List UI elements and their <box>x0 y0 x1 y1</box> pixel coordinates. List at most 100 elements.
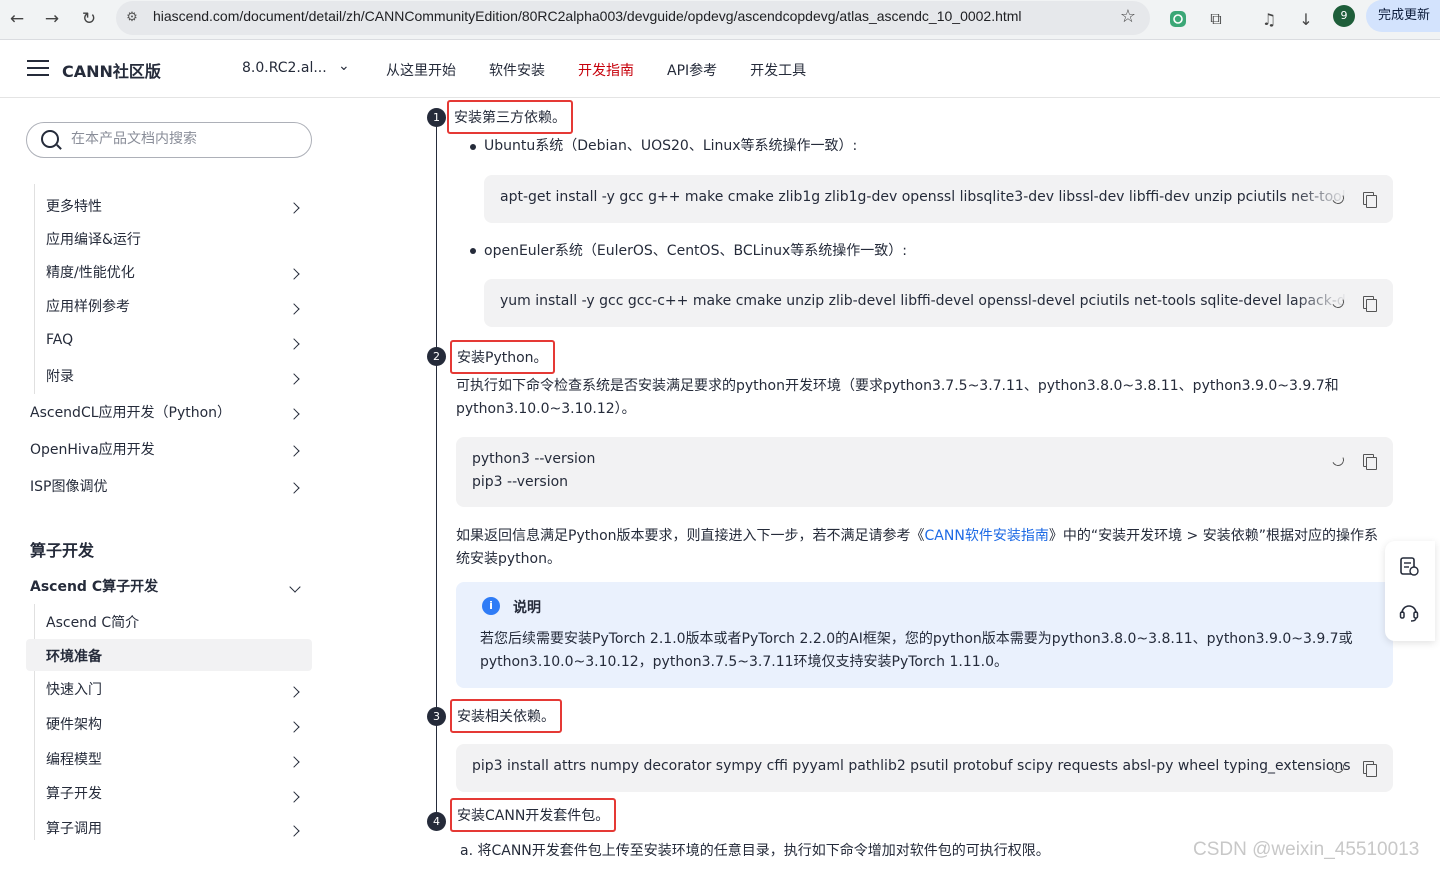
wrap-toggle-icon[interactable] <box>1330 191 1346 207</box>
wrap-toggle-icon[interactable] <box>1330 760 1346 776</box>
hamburger-menu-icon[interactable] <box>27 60 49 78</box>
watermark: CSDN @weixin_45510013 <box>1193 839 1420 860</box>
search-icon <box>41 130 59 148</box>
bullet <box>470 144 476 150</box>
tree-guide-line <box>34 184 35 394</box>
code-text: python3 --version <box>472 451 596 467</box>
sidebar-item-ascendc-intro[interactable]: Ascend C简介 <box>46 612 139 632</box>
sidebar-section-title: 算子开发 <box>30 541 95 560</box>
reload-icon[interactable]: ↻ <box>74 4 104 34</box>
sidebar-item-more-features[interactable]: 更多特性 <box>46 196 102 216</box>
note-text-line2: python3.10.0~3.10.12，python3.7.5~3.7.11环… <box>480 654 1008 670</box>
chevron-right-icon[interactable] <box>289 303 301 315</box>
code-block-openeuler: yum install -y gcc gcc-c++ make cmake un… <box>484 279 1393 327</box>
code-text: pip3 install attrs numpy decorator sympy… <box>472 758 1351 774</box>
chevron-right-icon[interactable] <box>289 825 301 837</box>
copy-icon[interactable] <box>1360 760 1377 777</box>
chevron-right-icon[interactable] <box>289 373 301 385</box>
forward-icon[interactable]: → <box>37 4 67 34</box>
customer-service-icon[interactable] <box>1398 601 1420 623</box>
ubuntu-label: Ubuntu系统（Debian、UOS20、Linux等系统操作一致）: <box>484 138 858 154</box>
browser-toolbar: ← → ↻ ⚙ hiascend.com/document/detail/zh/… <box>0 0 1440 40</box>
install-guide-link[interactable]: CANN软件安装指南 <box>925 528 1049 544</box>
text-segment: 如果返回信息满足Python版本要求，则直接进入下一步，若不满足请参考《 <box>456 528 925 544</box>
search-box[interactable] <box>26 122 312 158</box>
media-control-icon[interactable]: ♫ <box>1256 6 1282 32</box>
code-text: yum install -y gcc gcc-c++ make cmake un… <box>500 293 1393 309</box>
sidebar-item-appendix[interactable]: 附录 <box>46 366 74 386</box>
step-title: 安装CANN开发套件包。 <box>450 798 617 832</box>
site-header: CANN社区版 8.0.RC2.al... ⌄ 从这里开始 软件安装 开发指南 … <box>0 40 1440 98</box>
nav-start[interactable]: 从这里开始 <box>386 60 456 80</box>
profile-avatar[interactable]: 9 <box>1333 5 1355 27</box>
step-title: 安装相关依赖。 <box>450 699 562 733</box>
chevron-right-icon[interactable] <box>289 408 301 420</box>
copy-icon[interactable] <box>1360 295 1377 312</box>
back-icon[interactable]: ← <box>2 4 32 34</box>
sidebar-item-faq[interactable]: FAQ <box>46 332 73 348</box>
site-settings-icon[interactable]: ⚙ <box>124 10 140 26</box>
sidebar-item-programming-model[interactable]: 编程模型 <box>46 749 102 769</box>
sidebar-item-ascendc[interactable]: Ascend C算子开发 <box>30 576 158 596</box>
sidebar-item-app-compile[interactable]: 应用编译&运行 <box>46 229 141 249</box>
bookmark-star-icon[interactable]: ☆ <box>1120 6 1136 27</box>
python-after-text-line2: 统安装python。 <box>456 551 561 567</box>
info-icon: i <box>482 597 500 615</box>
step-number: 3 <box>427 707 446 726</box>
download-icon[interactable]: ↓ <box>1293 6 1319 32</box>
wrap-toggle-icon[interactable] <box>1330 295 1346 311</box>
sidebar-item-quickstart[interactable]: 快速入门 <box>46 679 102 699</box>
chevron-right-icon[interactable] <box>289 202 301 214</box>
extensions-puzzle-icon[interactable]: ⧉ <box>1203 6 1229 32</box>
update-button[interactable]: 完成更新 <box>1366 0 1440 32</box>
chevron-right-icon[interactable] <box>289 482 301 494</box>
chevron-right-icon[interactable] <box>289 791 301 803</box>
copy-icon[interactable] <box>1360 453 1377 470</box>
wrap-toggle-icon[interactable] <box>1330 453 1346 469</box>
nav-install[interactable]: 软件安装 <box>489 60 545 80</box>
step4-sub-a: a. 将CANN开发套件包上传至安装环境的任意目录，执行如下命令增加对软件包的可… <box>460 843 1050 859</box>
chevron-right-icon[interactable] <box>289 445 301 457</box>
chevron-down-icon[interactable]: ⌄ <box>338 58 350 74</box>
sidebar-item-openhiva[interactable]: OpenHiva应用开发 <box>30 439 155 459</box>
address-bar[interactable]: ⚙ hiascend.com/document/detail/zh/CANNCo… <box>116 1 1150 35</box>
chevron-right-icon[interactable] <box>289 338 301 350</box>
copy-icon[interactable] <box>1360 191 1377 208</box>
sidebar-item-precision[interactable]: 精度/性能优化 <box>46 262 135 282</box>
note-title: 说明 <box>513 600 541 616</box>
sidebar-item-hardware[interactable]: 硬件架构 <box>46 714 102 734</box>
openeuler-label: openEuler系统（EulerOS、CentOS、BCLinux等系统操作一… <box>484 243 908 259</box>
python-desc-line2: python3.10.0~3.10.12）。 <box>456 401 636 417</box>
chevron-right-icon[interactable] <box>289 268 301 280</box>
nav-devguide[interactable]: 开发指南 <box>578 60 634 80</box>
code-text: pip3 --version <box>472 474 569 490</box>
step-number: 2 <box>427 347 446 366</box>
code-block-ubuntu: apt-get install -y gcc g++ make cmake zl… <box>484 175 1393 223</box>
nav-api[interactable]: API参考 <box>667 60 717 80</box>
chevron-right-icon[interactable] <box>289 756 301 768</box>
sidebar-item-isp[interactable]: ISP图像调优 <box>30 476 107 496</box>
nav-tools[interactable]: 开发工具 <box>750 60 806 80</box>
note-text-line1: 若您后续需要安装PyTorch 2.1.0版本或者PyTorch 2.2.0的A… <box>480 631 1353 647</box>
bullet <box>470 248 476 254</box>
sidebar-item-env-prep[interactable]: 环境准备 <box>46 646 102 666</box>
step-title: 安装第三方依赖。 <box>447 100 573 134</box>
chevron-right-icon[interactable] <box>289 686 301 698</box>
sidebar-item-operator-dev[interactable]: 算子开发 <box>46 783 102 803</box>
step-title: 安装Python。 <box>450 340 555 374</box>
site-brand[interactable]: CANN社区版 <box>62 58 161 82</box>
feedback-icon[interactable] <box>1398 555 1420 577</box>
chevron-right-icon[interactable] <box>289 721 301 733</box>
code-block-python-version: python3 --version pip3 --version <box>456 437 1393 507</box>
extension-chat-icon[interactable] <box>1165 6 1191 32</box>
python-after-text: 如果返回信息满足Python版本要求，则直接进入下一步，若不满足请参考《CANN… <box>456 525 1378 548</box>
sidebar-item-samples[interactable]: 应用样例参考 <box>46 296 130 316</box>
text-segment: 》中的“安装开发环境 > 安装依赖”根据对应的操作系 <box>1048 528 1378 544</box>
search-input[interactable] <box>71 131 301 147</box>
sidebar-item-acl-python[interactable]: AscendCL应用开发（Python） <box>30 402 231 422</box>
note-box: i 说明 若您后续需要安装PyTorch 2.1.0版本或者PyTorch 2.… <box>456 582 1393 688</box>
sidebar-item-operator-call[interactable]: 算子调用 <box>46 818 102 838</box>
step-number: 4 <box>427 812 446 831</box>
chevron-down-icon[interactable] <box>289 584 301 596</box>
version-selector[interactable]: 8.0.RC2.al... <box>242 60 327 76</box>
